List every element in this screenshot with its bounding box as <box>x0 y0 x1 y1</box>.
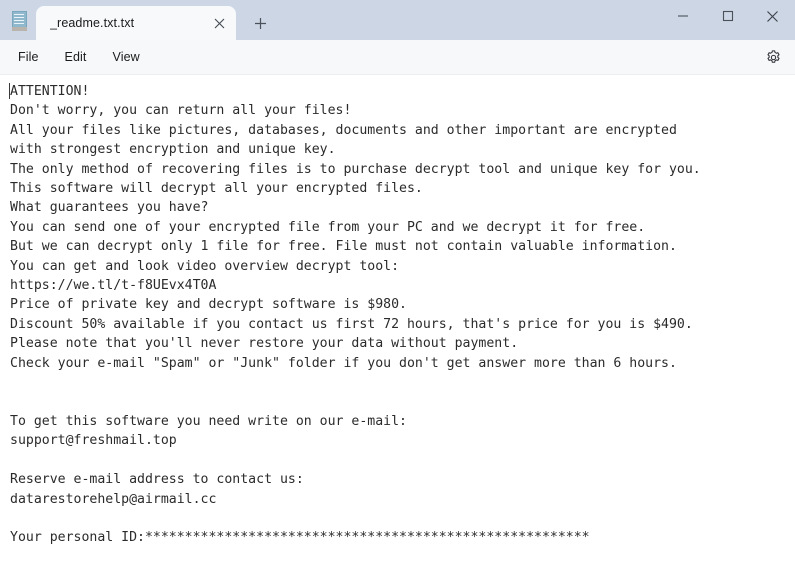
minimize-button[interactable] <box>660 0 705 32</box>
document-text[interactable]: ATTENTION! Don't worry, you can return a… <box>10 82 795 548</box>
close-icon <box>767 10 778 22</box>
settings-button[interactable] <box>759 44 787 70</box>
menu-item-edit[interactable]: Edit <box>55 46 97 68</box>
menu-item-view[interactable]: View <box>103 46 150 68</box>
tab-readme-txt[interactable]: _readme.txt.txt <box>36 6 236 40</box>
maximize-button[interactable] <box>705 0 750 32</box>
close-icon <box>214 18 224 28</box>
plus-icon <box>254 17 266 29</box>
new-tab-button[interactable] <box>243 6 277 40</box>
maximize-icon <box>722 10 733 22</box>
minimize-icon <box>677 15 688 17</box>
notepad-document-icon <box>12 11 28 31</box>
tab-title: _readme.txt.txt <box>50 16 135 30</box>
title-bar: _readme.txt.txt <box>0 0 795 40</box>
window-controls <box>660 0 795 40</box>
text-editor-area[interactable]: ATTENTION! Don't worry, you can return a… <box>0 75 795 571</box>
menu-item-file[interactable]: File <box>8 46 49 68</box>
menu-bar: File Edit View <box>0 40 795 75</box>
close-tab-button[interactable] <box>206 10 232 36</box>
gear-icon <box>766 49 780 63</box>
close-window-button[interactable] <box>750 0 795 32</box>
notepad-window: _readme.txt.txt File Edit View ATTENTION… <box>0 0 795 571</box>
